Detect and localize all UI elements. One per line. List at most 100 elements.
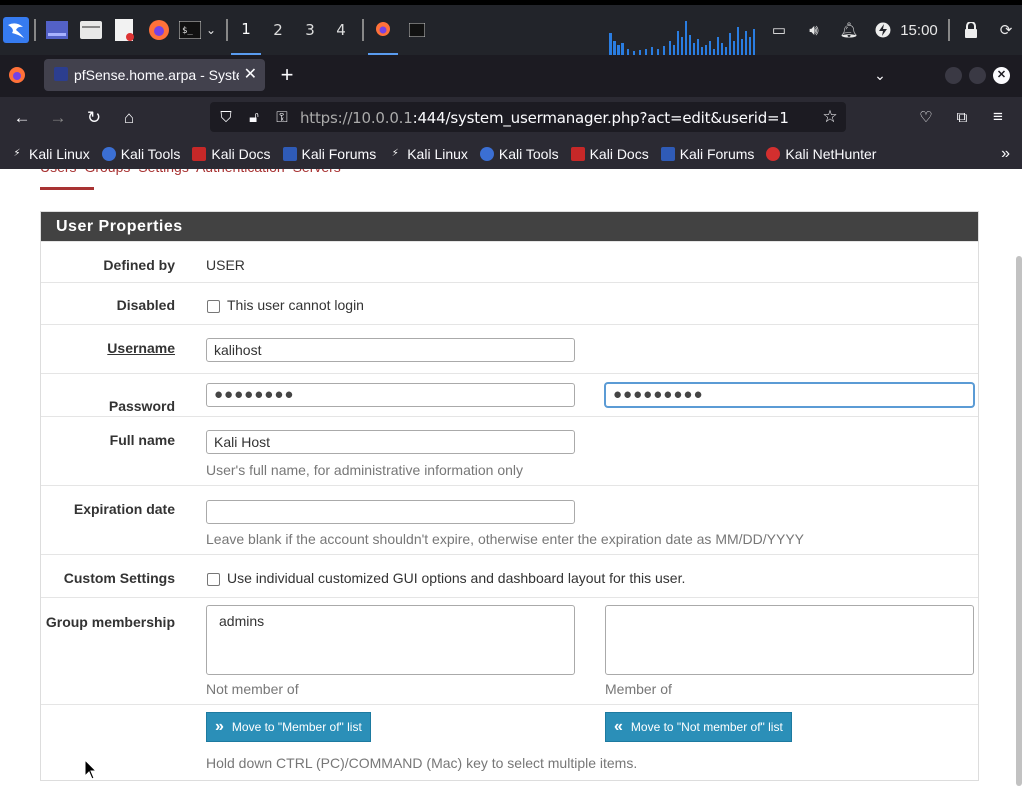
bookmark-kali-linux-2[interactable]: ⚡︎ Kali Linux xyxy=(388,146,468,162)
minimize-window-icon[interactable] xyxy=(945,67,962,84)
custom-settings-checkbox[interactable] xyxy=(207,573,220,586)
bookmark-kali-linux[interactable]: ⚡︎ Kali Linux xyxy=(10,146,89,162)
bookmark-kali-tools[interactable]: Kali Tools xyxy=(101,146,180,162)
bookmark-kali-forums-2[interactable]: Kali Forums xyxy=(660,146,754,162)
insecure-lock-icon[interactable]: 🔓︎ xyxy=(240,103,268,131)
workspace-2[interactable]: 2 xyxy=(263,5,293,55)
password-label: Password xyxy=(108,398,175,414)
group-option-admins[interactable]: admins xyxy=(219,613,562,629)
kali-forums-icon xyxy=(282,147,297,161)
expiration-date-input[interactable] xyxy=(206,500,575,524)
url-text[interactable]: https://10.0.0.1:444/system_usermanager.… xyxy=(300,109,789,127)
bookmark-label: Kali NetHunter xyxy=(785,146,877,162)
file-manager-icon[interactable] xyxy=(78,5,104,55)
extensions-icon[interactable]: ⧉ xyxy=(948,103,976,131)
expiration-help: Leave blank if the account shouldn't exp… xyxy=(206,531,805,547)
move-to-not-member-button[interactable]: « Move to "Not member of" list xyxy=(605,712,792,742)
password-input[interactable]: ●●●●●●●● xyxy=(206,383,575,407)
disabled-checkbox[interactable] xyxy=(207,300,220,313)
workspace-1[interactable]: 1 xyxy=(231,5,261,55)
bookmark-kali-tools-2[interactable]: Kali Tools xyxy=(479,146,559,162)
permissions-key-icon[interactable]: ⚿ xyxy=(268,103,296,131)
more-bookmarks-icon[interactable]: » xyxy=(1001,145,1010,163)
logout-icon[interactable]: ⟳ xyxy=(995,5,1017,55)
workspace-4[interactable]: 4 xyxy=(326,5,356,55)
password-row: Password ●●●●●●●● ●●●●●●●●● xyxy=(41,373,978,415)
forward-icon[interactable]: → xyxy=(44,104,72,132)
maximize-window-icon[interactable] xyxy=(969,67,986,84)
close-tab-icon[interactable]: ✕ xyxy=(244,64,257,84)
group-membership-row: Group membership admins Not member of Me… xyxy=(41,597,978,704)
volume-icon[interactable]: 🔊︎ xyxy=(803,5,825,55)
tab-title: pfSense.home.arpa - System xyxy=(74,67,239,83)
username-input[interactable]: kalihost xyxy=(206,338,575,362)
bookmark-label: Kali Docs xyxy=(589,146,649,162)
user-properties-panel: User Properties Defined by USER Disabled… xyxy=(40,211,979,781)
move-to-member-button[interactable]: » Move to "Member of" list xyxy=(206,712,371,742)
expiration-label: Expiration date xyxy=(73,501,175,517)
expiration-row: Expiration date Leave blank if the accou… xyxy=(41,485,978,553)
lock-icon[interactable] xyxy=(960,5,982,55)
member-of-caption: Member of xyxy=(605,681,672,697)
workspace-3[interactable]: 3 xyxy=(295,5,325,55)
full-name-row: Full name Kali Host User's full name, fo… xyxy=(41,416,978,484)
custom-settings-label: Custom Settings xyxy=(63,570,175,586)
custom-settings-checkbox-label[interactable]: Use individual customized GUI options an… xyxy=(227,570,685,586)
disabled-row: Disabled This user cannot login xyxy=(41,282,978,323)
defined-by-label: Defined by xyxy=(103,257,175,273)
bookmark-label: Kali Forums xyxy=(301,146,377,162)
back-icon[interactable]: ← xyxy=(8,104,36,132)
clock[interactable]: 15:00 xyxy=(898,5,940,55)
defined-by-value: USER xyxy=(206,257,245,273)
bookmarks-toolbar: ⚡︎ Kali Linux Kali Tools Kali Docs Kali F… xyxy=(0,139,1022,169)
not-member-of-caption: Not member of xyxy=(206,681,299,697)
firefox-window-icon[interactable] xyxy=(368,5,398,55)
disabled-checkbox-label[interactable]: This user cannot login xyxy=(227,297,364,313)
bookmark-star-icon[interactable]: ☆ xyxy=(816,103,844,131)
reload-icon[interactable]: ↻ xyxy=(80,104,108,132)
member-of-select[interactable] xyxy=(605,605,974,675)
full-name-help: User's full name, for administrative inf… xyxy=(206,462,524,478)
kali-dragon-icon: ⚡︎ xyxy=(391,148,399,159)
kali-menu-icon[interactable] xyxy=(2,5,30,55)
url-host: https://10.0.0.1 xyxy=(300,109,413,127)
defined-by-row: Defined by USER xyxy=(41,241,978,281)
page-scrollbar[interactable] xyxy=(1016,256,1022,786)
mouse-cursor-icon xyxy=(84,759,98,780)
bookmark-kali-nethunter[interactable]: Kali NetHunter xyxy=(766,146,876,162)
text-editor-icon[interactable] xyxy=(112,5,138,55)
shield-icon[interactable]: ⛉ xyxy=(212,103,240,131)
pfsense-favicon-icon xyxy=(54,67,68,81)
multi-select-help: Hold down CTRL (PC)/COMMAND (Mac) key to… xyxy=(206,755,638,771)
bookmark-kali-docs[interactable]: Kali Docs xyxy=(192,146,271,162)
bookmark-kali-docs-2[interactable]: Kali Docs xyxy=(570,146,649,162)
firefox-view-icon[interactable] xyxy=(8,63,28,87)
bookmark-kali-forums[interactable]: Kali Forums xyxy=(282,146,377,162)
terminal-launcher-icon[interactable]: $_ xyxy=(178,5,202,55)
not-member-of-select[interactable]: admins xyxy=(206,605,575,675)
new-tab-icon[interactable]: + xyxy=(273,61,301,89)
notifications-icon[interactable]: 🔔︎ xyxy=(838,5,860,55)
list-tabs-icon[interactable]: ⌄ xyxy=(866,61,894,89)
home-icon[interactable]: ⌂ xyxy=(115,104,143,132)
chevron-down-icon[interactable]: ⌄ xyxy=(203,5,219,55)
firefox-launcher-icon[interactable] xyxy=(146,5,172,55)
full-name-label: Full name xyxy=(109,432,175,448)
close-window-icon[interactable]: ✕ xyxy=(993,67,1010,84)
terminal-window-icon[interactable] xyxy=(402,5,432,55)
user-manager-tabs[interactable]: Users Groups Settings Authentication Ser… xyxy=(40,169,341,181)
move-buttons-row: » Move to "Member of" list « Move to "Not … xyxy=(41,704,978,780)
cpu-graph xyxy=(609,21,755,55)
url-path: :444/system_usermanager.php?act=edit&use… xyxy=(412,109,789,127)
network-icon[interactable]: ▭ xyxy=(768,5,790,55)
show-desktop-icon[interactable] xyxy=(44,5,70,55)
tab-pfsense[interactable]: pfSense.home.arpa - System ✕ xyxy=(44,59,265,91)
kali-forums-icon xyxy=(660,147,675,161)
power-manager-icon[interactable] xyxy=(872,5,894,55)
menu-icon[interactable]: ≡ xyxy=(984,103,1012,131)
kali-tools-icon xyxy=(101,147,116,161)
full-name-input[interactable]: Kali Host xyxy=(206,430,575,454)
password-confirm-input[interactable]: ●●●●●●●●● xyxy=(605,383,974,407)
custom-settings-row: Custom Settings Use individual customize… xyxy=(41,554,978,596)
pocket-icon[interactable]: ♡ xyxy=(912,103,940,131)
